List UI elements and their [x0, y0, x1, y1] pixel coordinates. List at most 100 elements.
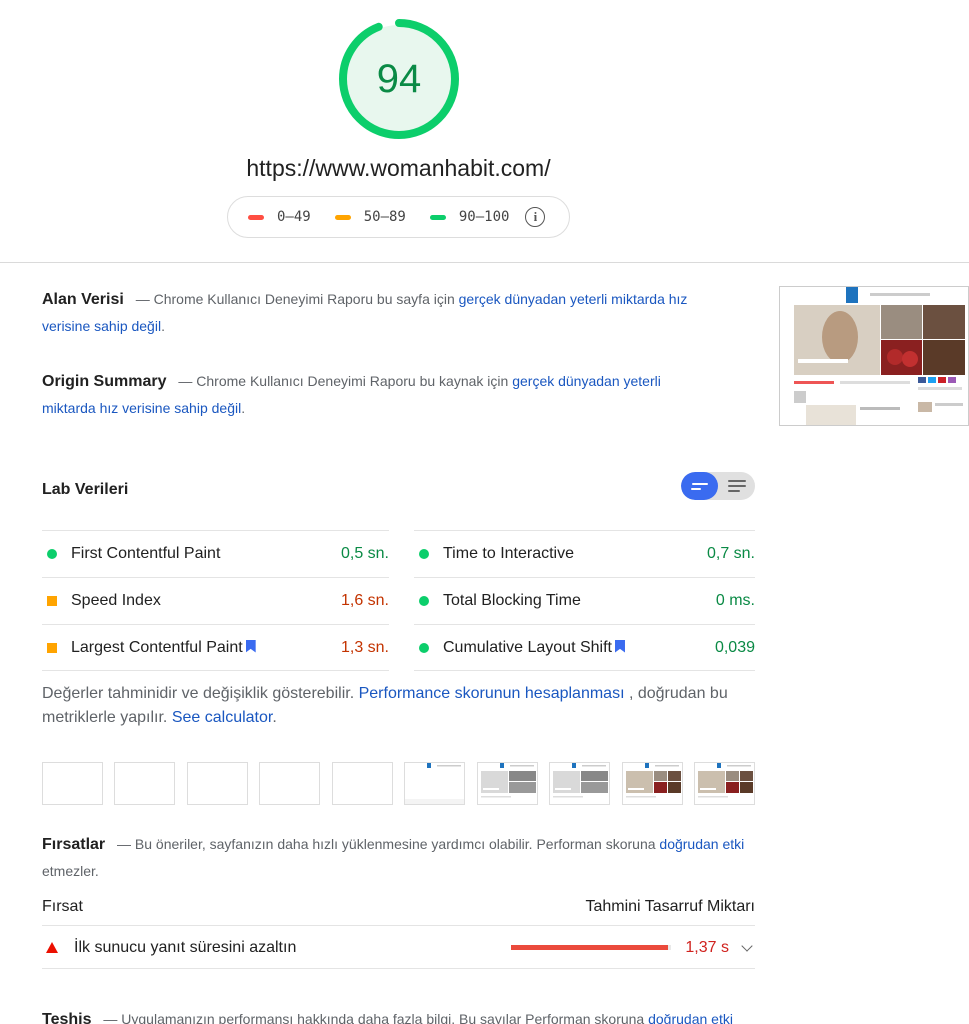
- diagnostics-section: Teşhis — Uygulamanızın performansı hakkı…: [42, 1006, 754, 1024]
- expanded-view-button[interactable]: [718, 472, 755, 500]
- filmstrip-frame: [693, 762, 755, 805]
- opportunity-column-header: Fırsat: [42, 898, 83, 915]
- filmstrip-frame: [331, 762, 393, 805]
- opportunities-header: Fırsat Tahmini Tasarruf Miktarı: [42, 898, 755, 926]
- legend-item-fail: 0–49: [248, 209, 311, 225]
- filmstrip-frame: [549, 762, 611, 805]
- savings-value: 1,37 s: [685, 938, 729, 956]
- score-gauge: 94: [338, 18, 460, 140]
- metric-value: 0,039: [714, 638, 755, 656]
- diagnostics-title: Teşhis: [42, 1011, 92, 1024]
- legend-fail-bar: [248, 214, 264, 220]
- metric-speed-index: Speed Index 1,6 sn.: [42, 577, 389, 624]
- see-calculator-link[interactable]: See calculator: [172, 709, 273, 726]
- legend-item-pass: 90–100: [429, 209, 510, 225]
- final-screenshot-image: [780, 287, 968, 425]
- field-data-dash: —: [135, 291, 150, 307]
- metric-time-to-interactive: Time to Interactive 0,7 sn.: [414, 530, 755, 577]
- pass-circle-icon: [47, 549, 57, 559]
- metric-largest-contentful-paint: Largest Contentful Paint 1,3 sn.: [42, 624, 389, 671]
- average-square-icon: [47, 642, 57, 653]
- filmstrip-frame: [259, 762, 321, 805]
- diagnostics-dash: —: [103, 1011, 118, 1024]
- diagnostics-text: Uygulamanızın performansı hakkında daha …: [121, 1011, 645, 1024]
- metric-first-contentful-paint: First Contentful Paint 0,5 sn.: [42, 530, 389, 577]
- field-data-section: Alan Verisi — Chrome Kullanıcı Deneyimi …: [42, 286, 692, 339]
- metric-value: 0 ms.: [715, 592, 755, 609]
- savings-column-header: Tahmini Tasarruf Miktarı: [585, 898, 755, 915]
- filmstrip-frame-image: [625, 763, 681, 798]
- expanded-view-icon-line: [728, 490, 740, 492]
- bookmark-icon: [245, 639, 256, 653]
- page-url: https://www.womanhabit.com/: [246, 155, 551, 181]
- filmstrip-frame-image: [405, 763, 465, 804]
- metric-name: Speed Index: [71, 592, 161, 609]
- savings-bar: [511, 945, 672, 950]
- opportunities-text: Bu öneriler, sayfanızın daha hızlı yükle…: [134, 836, 656, 852]
- header-divider: [0, 262, 969, 263]
- chevron-down-icon[interactable]: [741, 939, 753, 952]
- metric-value: 1,3 sn.: [340, 638, 389, 656]
- legend-fail-label: 0–49: [277, 209, 311, 225]
- note-end: .: [272, 709, 277, 726]
- fail-triangle-icon: [46, 942, 58, 953]
- opportunity-row[interactable]: İlk sunucu yanıt süresini azaltın 1,37 s: [42, 927, 755, 969]
- legend-item-average: 50–89: [334, 209, 406, 225]
- filmstrip-frame: [42, 762, 103, 805]
- diagnostics-link[interactable]: doğrudan etki: [648, 1011, 733, 1024]
- final-screenshot: [779, 286, 969, 426]
- legend-pass-label: 90–100: [458, 209, 510, 225]
- filmstrip: [42, 762, 755, 805]
- origin-summary-text: Chrome Kullanıcı Deneyimi Raporu bu kayn…: [196, 373, 509, 389]
- filmstrip-frame-image: [553, 763, 609, 798]
- metric-value: 0,7 sn.: [706, 545, 755, 562]
- pass-circle-icon: [419, 549, 429, 559]
- filmstrip-frame-image: [697, 763, 753, 798]
- expanded-view-icon-line: [727, 480, 746, 482]
- metric-value: 1,6 sn.: [340, 592, 389, 609]
- pass-circle-icon: [419, 596, 429, 606]
- info-icon[interactable]: i: [525, 207, 546, 227]
- metric-name-wrap: Largest Contentful Paint: [71, 639, 341, 657]
- bookmark-icon: [614, 639, 625, 653]
- score-legend: 0–49 50–89 90–100 i: [227, 196, 570, 238]
- lab-metrics: First Contentful Paint 0,5 sn. Time to I…: [42, 530, 755, 671]
- performance-score: 94: [376, 57, 422, 101]
- metric-cumulative-layout-shift: Cumulative Layout Shift 0,039: [414, 624, 755, 671]
- metric-name-wrap: Cumulative Layout Shift: [443, 639, 715, 657]
- metric-value: 0,5 sn.: [340, 545, 389, 562]
- legend-average-label: 50–89: [363, 209, 406, 225]
- origin-summary-section: Origin Summary — Chrome Kullanıcı Deneyi…: [42, 368, 692, 421]
- average-square-icon: [47, 596, 57, 606]
- field-data-end: .: [161, 318, 165, 334]
- opportunities-end: etmezler.: [42, 863, 99, 879]
- field-data-title: Alan Verisi: [42, 291, 124, 308]
- pass-circle-icon: [419, 642, 429, 653]
- opportunity-name: İlk sunucu yanıt süresini azaltın: [74, 938, 297, 956]
- opportunities-link[interactable]: doğrudan etki: [659, 836, 744, 852]
- origin-summary-dash: —: [178, 373, 193, 389]
- opportunities-title: Fırsatlar: [42, 836, 106, 853]
- metric-name: Largest Contentful Paint: [71, 638, 243, 656]
- origin-summary-end: .: [241, 400, 246, 416]
- filmstrip-frame: [186, 762, 248, 805]
- opportunities-section: Fırsatlar — Bu öneriler, sayfanızın daha…: [42, 831, 754, 884]
- origin-summary-title: Origin Summary: [42, 373, 167, 390]
- metrics-note: Değerler tahminidir ve değişiklik göster…: [42, 682, 754, 730]
- filmstrip-frame-image: [480, 763, 536, 798]
- metric-view-toggle[interactable]: [681, 472, 755, 500]
- metric-name: First Contentful Paint: [71, 545, 221, 562]
- metric-name: Total Blocking Time: [443, 592, 581, 609]
- savings-bar-fill: [511, 945, 669, 950]
- note-text-1: Değerler tahminidir ve değişiklik göster…: [42, 685, 355, 702]
- legend-average-bar: [334, 214, 351, 220]
- legend-pass-bar: [429, 214, 446, 220]
- score-calculation-link[interactable]: Performance skorunun hesaplanması: [359, 685, 625, 702]
- opportunities-dash: —: [117, 836, 132, 852]
- metric-name: Time to Interactive: [443, 545, 575, 562]
- filmstrip-frame: [476, 762, 538, 805]
- filmstrip-frame: [621, 762, 683, 805]
- compact-view-icon-line: [691, 487, 701, 490]
- compact-view-button[interactable]: [681, 472, 718, 500]
- metric-total-blocking-time: Total Blocking Time 0 ms.: [414, 577, 755, 624]
